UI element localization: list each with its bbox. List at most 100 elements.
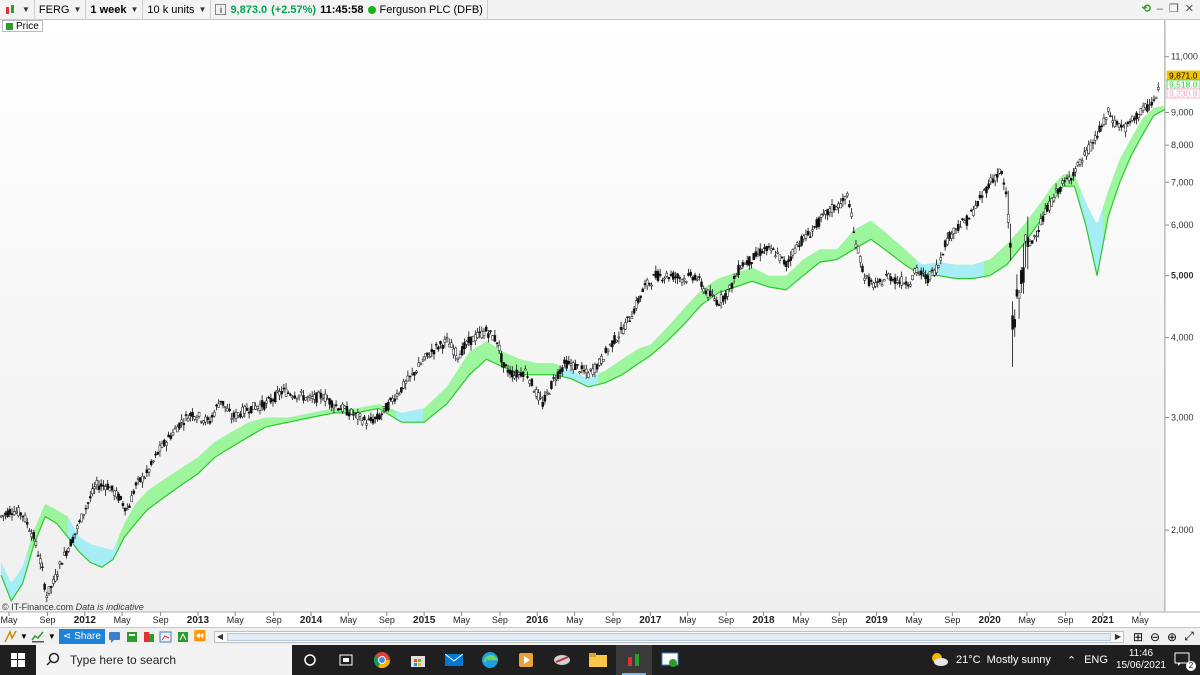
price-chart[interactable]: 2,000 3,000 4,000 5,000 6,000 7,000 8,000 9,000…	[0, 20, 1200, 630]
candle-body	[954, 228, 958, 230]
candle-body	[319, 392, 323, 399]
scroll-right-icon[interactable]: ▶	[1113, 632, 1123, 641]
candle-body	[295, 397, 299, 400]
candle-body	[1087, 144, 1090, 154]
interval-dropdown[interactable]: 1 week ▼	[86, 0, 144, 20]
source-text: © IT-Finance.com	[2, 602, 74, 612]
candle-body	[1017, 292, 1021, 299]
security-app-icon[interactable]	[652, 645, 688, 675]
candle-body	[824, 210, 827, 215]
candle-body	[178, 422, 181, 429]
cloud-bear-segment	[1, 548, 29, 600]
candle-body	[1076, 162, 1080, 166]
info-icon[interactable]: i	[215, 4, 227, 15]
candle-body	[1046, 204, 1049, 212]
calculator-icon[interactable]	[125, 630, 139, 644]
task-view-icon[interactable]	[292, 645, 328, 675]
candle-body	[350, 408, 353, 415]
candle-body	[728, 284, 732, 289]
chevron-down-icon[interactable]: ▼	[48, 632, 56, 641]
candle-body	[1122, 125, 1125, 128]
language-indicator[interactable]: ENG	[1084, 654, 1108, 666]
chevron-up-icon[interactable]: ⌃	[1067, 654, 1076, 667]
candle-body	[941, 253, 945, 256]
candle-body	[584, 368, 588, 374]
scrollbar-thumb[interactable]	[226, 632, 1111, 641]
candle-body	[1139, 108, 1143, 115]
x-tick-label: Sep	[153, 615, 169, 625]
candle-body	[1063, 180, 1067, 182]
y-tick-label: 11,000	[1171, 52, 1198, 62]
store-icon[interactable]	[400, 645, 436, 675]
zoom-reset-icon[interactable]: ⤢	[1182, 629, 1196, 644]
export-icon[interactable]	[176, 630, 190, 644]
mail-icon[interactable]	[436, 645, 472, 675]
cloud-line	[0, 108, 1166, 603]
start-button[interactable]	[0, 645, 36, 675]
candle-body	[543, 394, 547, 402]
minimize-icon[interactable]: –	[1157, 3, 1163, 15]
close-icon[interactable]: ✕	[1185, 2, 1194, 15]
comment-icon[interactable]	[108, 630, 122, 644]
candle-body	[413, 372, 416, 376]
compare-icon[interactable]	[142, 630, 156, 644]
refresh-icon[interactable]: ⟲	[1142, 2, 1151, 15]
candle-body	[447, 343, 451, 348]
candle-body	[998, 168, 1001, 174]
trading-platform-icon[interactable]	[616, 645, 652, 675]
symbol-dropdown[interactable]: FERG ▼	[35, 0, 87, 20]
rewind-icon[interactable]: ⏪	[193, 630, 207, 644]
candle-body	[695, 278, 699, 281]
zoom-out-icon[interactable]: ⊖	[1148, 630, 1162, 644]
notification-center-icon[interactable]: 2	[1174, 652, 1196, 671]
candle-body	[410, 372, 414, 375]
candle-body	[876, 281, 879, 283]
candle-body	[515, 369, 518, 378]
indicator-icon[interactable]	[31, 630, 45, 644]
chart-type-button[interactable]: ▼	[0, 0, 35, 20]
clock[interactable]: 11:46 15/06/2021	[1116, 648, 1166, 672]
media-player-icon[interactable]	[508, 645, 544, 675]
candle-body	[519, 372, 523, 377]
weather-icon[interactable]	[930, 652, 948, 669]
chrome-icon[interactable]	[364, 645, 400, 675]
share-button[interactable]: ⋖ Share	[58, 629, 105, 644]
candle-body	[415, 370, 418, 373]
zoom-fit-icon[interactable]: ⊞	[1131, 630, 1145, 644]
widgets-icon[interactable]	[328, 645, 364, 675]
candle-body	[563, 359, 566, 364]
chart-window-icon[interactable]	[159, 630, 173, 644]
candle-body	[665, 273, 668, 277]
chart-scrollbar[interactable]: ◀ ▶	[213, 630, 1124, 643]
units-dropdown[interactable]: 10 k units ▼	[143, 0, 212, 20]
candle-body	[184, 414, 188, 416]
candle-body	[545, 391, 549, 394]
candle-body	[965, 215, 969, 226]
candle-body	[34, 541, 38, 546]
candle-body	[511, 370, 514, 378]
scroll-left-icon[interactable]: ◀	[215, 632, 225, 641]
candle-body	[839, 203, 842, 209]
candle-body	[513, 375, 516, 379]
drawing-tools-icon[interactable]	[3, 630, 17, 644]
cloud-bear-segment	[1080, 188, 1103, 271]
candle-body	[193, 416, 196, 420]
restore-icon[interactable]: ❐	[1169, 2, 1179, 15]
edge-icon[interactable]	[472, 645, 508, 675]
weather-text[interactable]: 21°C Mostly sunny	[956, 654, 1051, 666]
candle-body	[626, 316, 629, 319]
taskbar-search-box[interactable]: Type here to search	[36, 645, 292, 675]
chart-legend[interactable]: Price	[2, 20, 43, 32]
candle-body	[671, 272, 675, 280]
candle-body	[715, 299, 718, 306]
candle-body	[789, 256, 792, 261]
candle-body	[987, 183, 990, 189]
snipping-tool-icon[interactable]	[544, 645, 580, 675]
file-explorer-icon[interactable]	[580, 645, 616, 675]
zoom-in-icon[interactable]: ⊕	[1165, 630, 1179, 644]
candle-body	[1004, 191, 1008, 195]
candle-body	[898, 282, 901, 284]
candle-body	[439, 341, 442, 345]
candle-body	[54, 574, 57, 582]
chevron-down-icon[interactable]: ▼	[20, 632, 28, 641]
